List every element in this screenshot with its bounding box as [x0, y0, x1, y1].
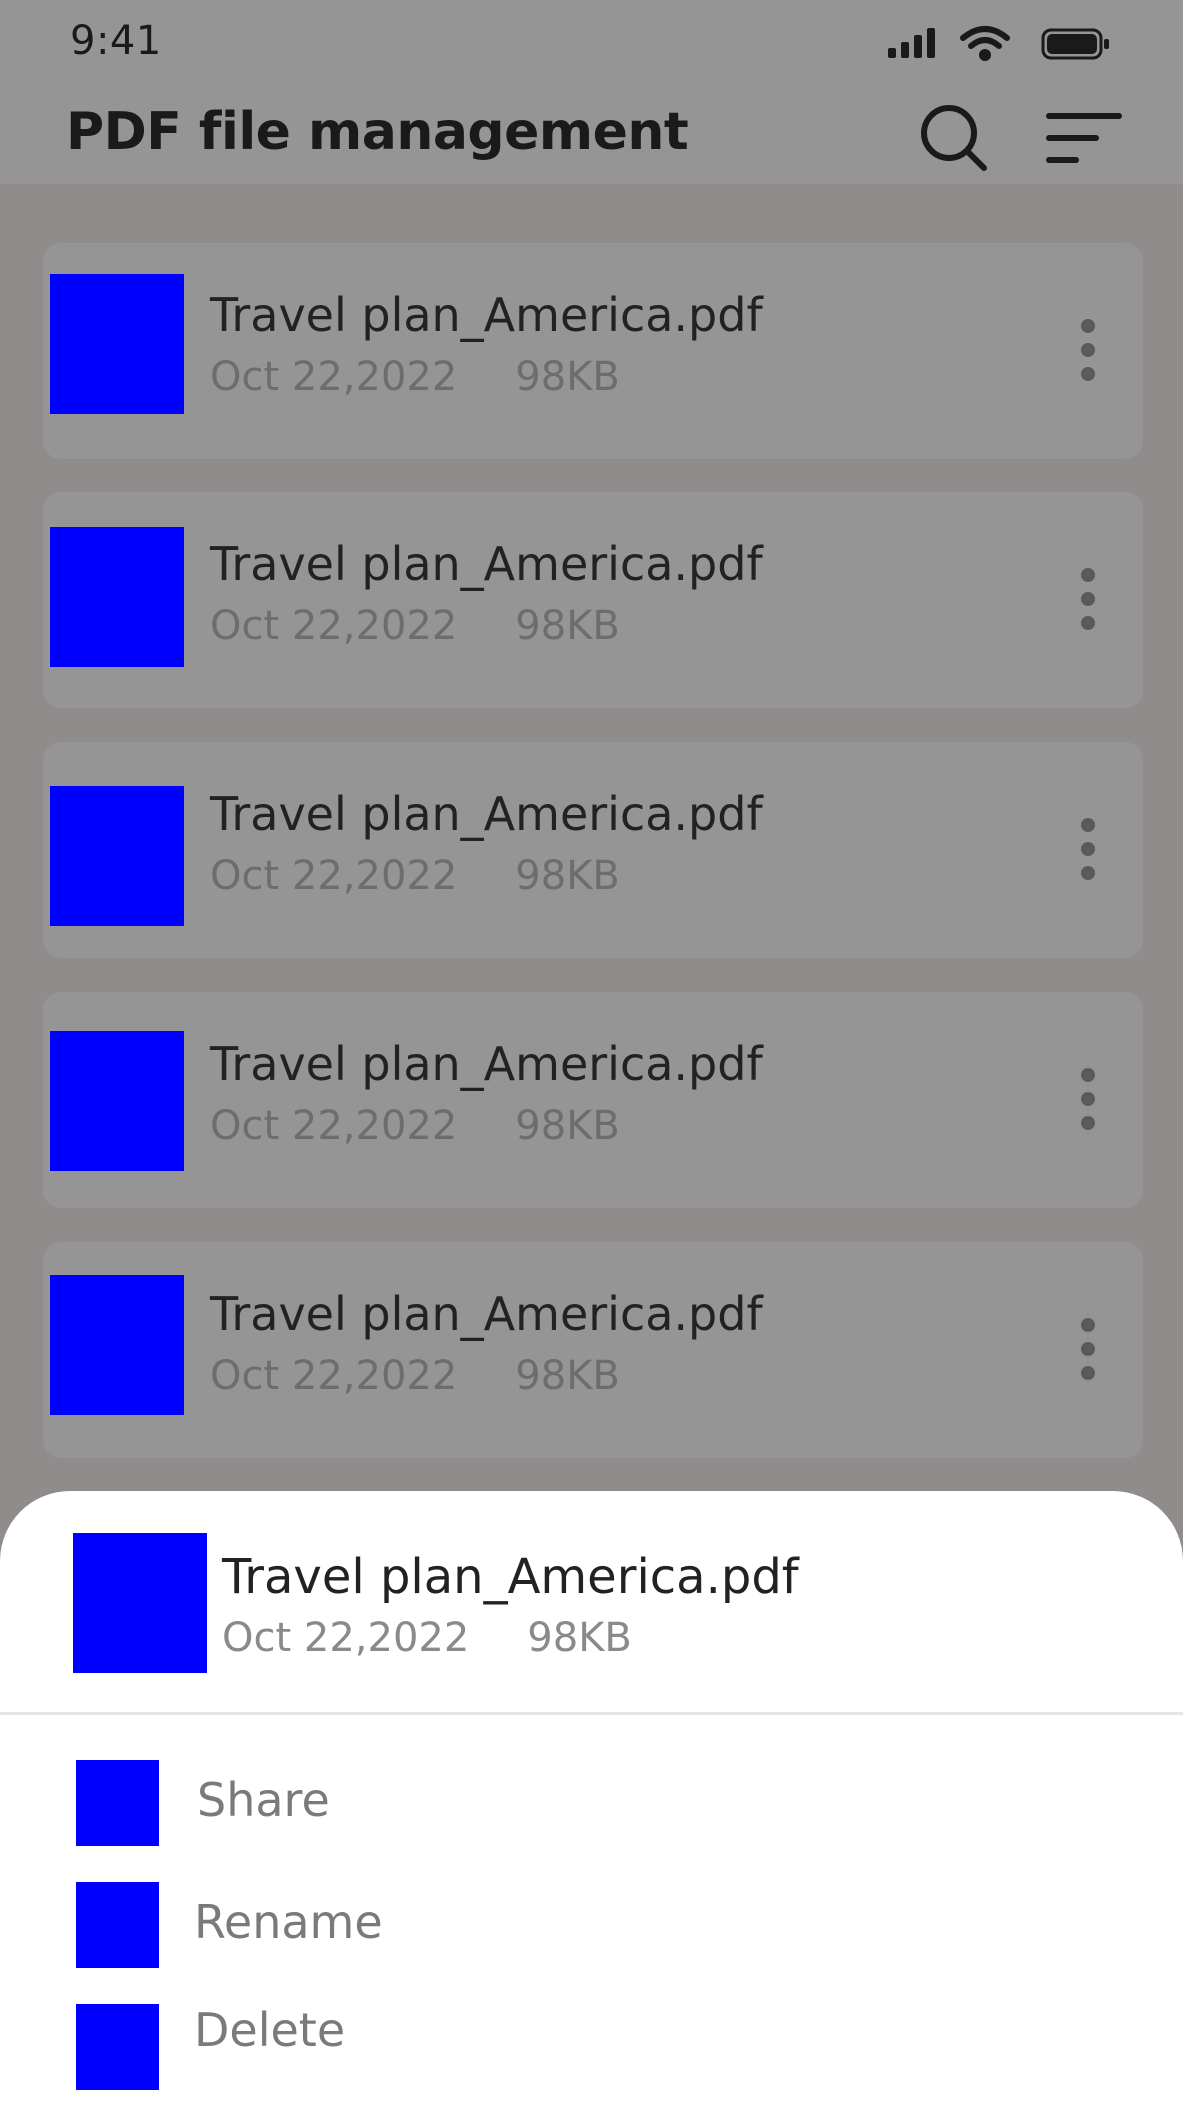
delete-icon [76, 2004, 159, 2090]
file-date: Oct 22,2022 [210, 603, 458, 649]
share-action[interactable]: Share [0, 1755, 1183, 1855]
pdf-thumbnail [73, 1533, 207, 1673]
rename-icon [76, 1882, 159, 1968]
rename-label: Rename [194, 1895, 383, 1949]
pdf-thumbnail [50, 527, 184, 667]
more-options-button[interactable] [1066, 807, 1110, 891]
pdf-thumbnail [50, 1031, 184, 1171]
status-bar: 9:41 [0, 0, 1183, 80]
more-vertical-icon [1081, 1318, 1095, 1380]
file-size: 98KB [515, 853, 620, 899]
more-options-button[interactable] [1066, 1307, 1110, 1391]
file-actions-sheet: Travel plan_America.pdf Oct 22,2022 98KB … [0, 1491, 1183, 2104]
more-options-button[interactable] [1066, 1057, 1110, 1141]
file-meta: Oct 22,2022 98KB [210, 853, 620, 899]
delete-action[interactable]: Delete [0, 1999, 1183, 2099]
more-options-button[interactable] [1066, 557, 1110, 641]
status-time: 9:41 [70, 18, 162, 64]
file-name: Travel plan_America.pdf [210, 537, 763, 591]
file-meta: Oct 22,2022 98KB [210, 1353, 620, 1399]
share-icon [76, 1760, 159, 1846]
sheet-file-date: Oct 22,2022 [222, 1615, 470, 1661]
file-size: 98KB [515, 1103, 620, 1149]
file-meta: Oct 22,2022 98KB [210, 354, 620, 400]
file-name: Travel plan_America.pdf [210, 787, 763, 841]
file-meta: Oct 22,2022 98KB [210, 1103, 620, 1149]
share-label: Share [197, 1773, 330, 1827]
file-date: Oct 22,2022 [210, 354, 458, 400]
wifi-icon [960, 26, 1010, 61]
more-vertical-icon [1081, 568, 1095, 630]
sort-icon [1046, 113, 1122, 163]
sheet-file-size: 98KB [527, 1615, 632, 1661]
signal-icon [888, 28, 935, 58]
file-name: Travel plan_America.pdf [210, 288, 763, 342]
file-card[interactable]: Travel plan_America.pdf Oct 22,2022 98KB [43, 492, 1143, 708]
file-name: Travel plan_America.pdf [210, 1037, 763, 1091]
file-meta: Oct 22,2022 98KB [210, 603, 620, 649]
sheet-file-meta: Oct 22,2022 98KB [222, 1615, 632, 1661]
file-size: 98KB [515, 603, 620, 649]
divider [0, 1712, 1183, 1715]
file-date: Oct 22,2022 [210, 1103, 458, 1149]
screen: 9:41 PDF file management Travel plan_Ame… [0, 0, 1183, 2104]
more-options-button[interactable] [1066, 308, 1110, 392]
more-vertical-icon [1081, 319, 1095, 381]
more-vertical-icon [1081, 1068, 1095, 1130]
delete-label: Delete [194, 2003, 346, 2057]
file-card[interactable]: Travel plan_America.pdf Oct 22,2022 98KB [43, 742, 1143, 958]
page-title: PDF file management [66, 102, 689, 162]
sort-button[interactable] [1044, 98, 1124, 178]
search-button[interactable] [914, 98, 994, 178]
sheet-file-name: Travel plan_America.pdf [222, 1549, 799, 1605]
file-card[interactable]: Travel plan_America.pdf Oct 22,2022 98KB [43, 992, 1143, 1208]
rename-action[interactable]: Rename [0, 1877, 1183, 1977]
file-size: 98KB [515, 1353, 620, 1399]
battery-icon [1041, 28, 1109, 60]
file-size: 98KB [515, 354, 620, 400]
app-header: PDF file management [0, 80, 1183, 184]
pdf-thumbnail [50, 1275, 184, 1415]
pdf-thumbnail [50, 274, 184, 414]
file-date: Oct 22,2022 [210, 853, 458, 899]
file-name: Travel plan_America.pdf [210, 1287, 763, 1341]
file-card[interactable]: Travel plan_America.pdf Oct 22,2022 98KB [43, 1242, 1143, 1458]
pdf-thumbnail [50, 786, 184, 926]
more-vertical-icon [1081, 818, 1095, 880]
search-icon [921, 105, 987, 171]
status-icons [888, 18, 1113, 66]
file-card[interactable]: Travel plan_America.pdf Oct 22,2022 98KB [43, 243, 1143, 459]
file-date: Oct 22,2022 [210, 1353, 458, 1399]
